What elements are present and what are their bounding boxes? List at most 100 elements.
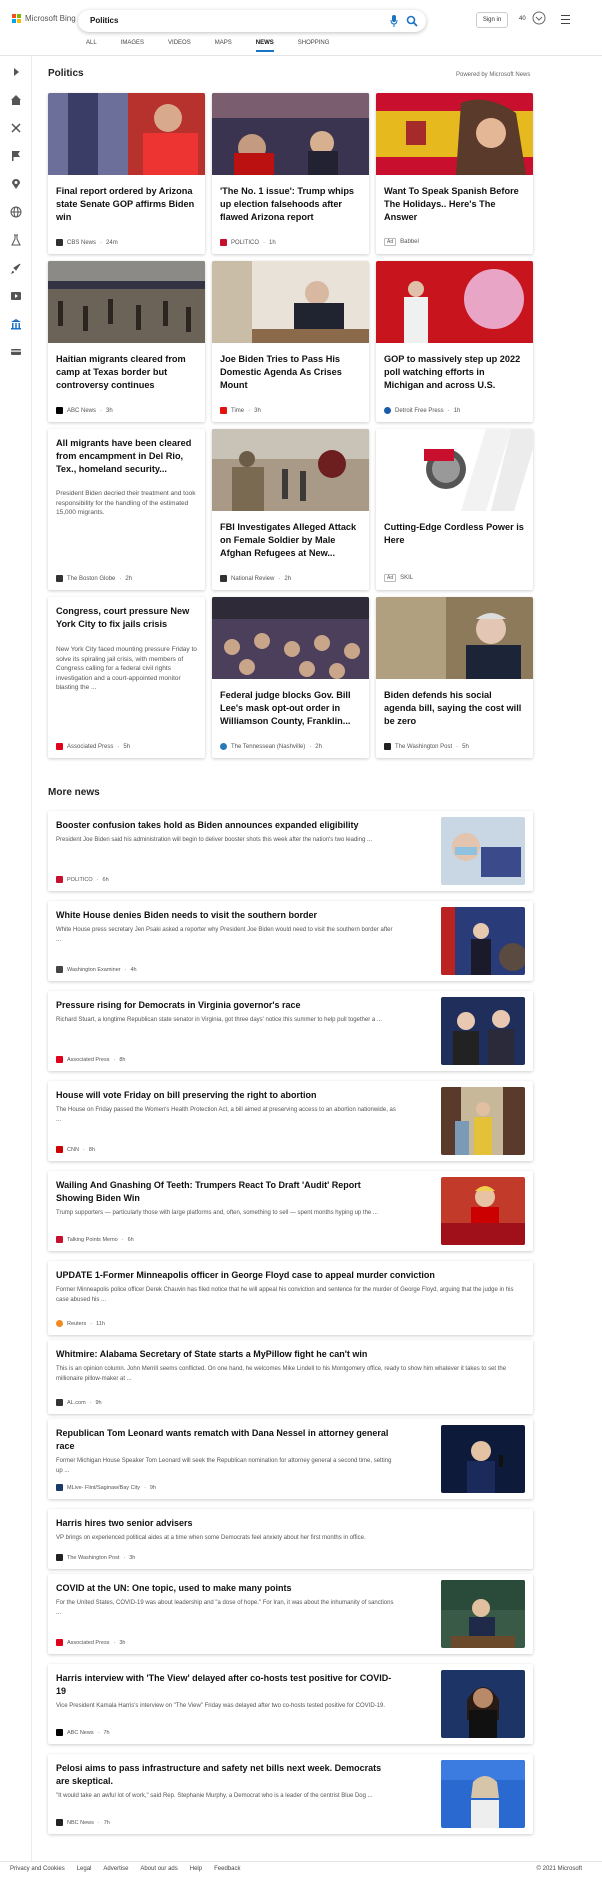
- card-title[interactable]: Federal judge blocks Gov. Bill Lee's mas…: [220, 689, 361, 728]
- news-card[interactable]: Federal judge blocks Gov. Bill Lee's mas…: [212, 597, 369, 758]
- sign-in-button[interactable]: Sign in: [476, 12, 508, 28]
- news-list-item[interactable]: Wailing And Gnashing Of Teeth: Trumpers …: [48, 1171, 533, 1251]
- globe-icon[interactable]: [10, 206, 22, 218]
- card-source: CBS News · 24m: [56, 239, 118, 246]
- news-list-item[interactable]: Whitmire: Alabama Secretary of State sta…: [48, 1340, 533, 1414]
- card-source: National Review · 2h: [220, 575, 291, 582]
- footer-link-privacy[interactable]: Privacy and Cookies: [10, 1866, 65, 1872]
- news-list-item[interactable]: Republican Tom Leonard wants rematch wit…: [48, 1419, 533, 1499]
- expand-chevron-icon[interactable]: [10, 66, 22, 78]
- news-list-item[interactable]: Harris interview with 'The View' delayed…: [48, 1664, 533, 1744]
- footer-link-legal[interactable]: Legal: [77, 1866, 92, 1872]
- news-card[interactable]: Congress, court pressure New York City t…: [48, 597, 205, 758]
- news-title[interactable]: Pelosi aims to pass infrastructure and s…: [56, 1762, 396, 1787]
- news-title[interactable]: Harris interview with 'The View' delayed…: [56, 1672, 396, 1697]
- card-source: The Tennessean (Nashville) · 2h: [220, 743, 322, 750]
- news-title[interactable]: UPDATE 1-Former Minneapolis officer in G…: [56, 1269, 521, 1282]
- card-title[interactable]: Haitian migrants cleared from camp at Te…: [56, 353, 197, 392]
- footer-link-feedback[interactable]: Feedback: [214, 1866, 240, 1872]
- footer-link-help[interactable]: Help: [190, 1866, 202, 1872]
- card-title[interactable]: Congress, court pressure New York City t…: [56, 605, 197, 631]
- search-input[interactable]: Politics: [90, 16, 118, 25]
- news-list-item[interactable]: COVID at the UN: One topic, used to make…: [48, 1574, 533, 1654]
- card-title[interactable]: GOP to massively step up 2022 poll watch…: [384, 353, 525, 392]
- ad-card[interactable]: Cutting-Edge Cordless Power is Here Ad SK…: [376, 429, 533, 590]
- news-title[interactable]: Republican Tom Leonard wants rematch wit…: [56, 1427, 396, 1452]
- search-box[interactable]: Politics: [78, 10, 426, 32]
- card-title[interactable]: FBI Investigates Alleged Attack on Femal…: [220, 521, 361, 560]
- news-title[interactable]: COVID at the UN: One topic, used to make…: [56, 1582, 396, 1595]
- news-title[interactable]: Whitmire: Alabama Secretary of State sta…: [56, 1348, 521, 1361]
- news-list-item[interactable]: UPDATE 1-Former Minneapolis officer in G…: [48, 1261, 533, 1335]
- news-title[interactable]: Wailing And Gnashing Of Teeth: Trumpers …: [56, 1179, 396, 1204]
- news-thumbnail[interactable]: [441, 907, 525, 975]
- news-card[interactable]: GOP to massively step up 2022 poll watch…: [376, 261, 533, 422]
- news-thumbnail[interactable]: [441, 1425, 525, 1493]
- news-thumbnail[interactable]: [441, 1670, 525, 1738]
- news-thumbnail[interactable]: [441, 1177, 525, 1245]
- news-card[interactable]: 'The No. 1 issue': Trump whips up electi…: [212, 93, 369, 254]
- news-card[interactable]: FBI Investigates Alleged Attack on Femal…: [212, 429, 369, 590]
- ad-card[interactable]: Want To Speak Spanish Before The Holiday…: [376, 93, 533, 254]
- news-list-item[interactable]: Booster confusion takes hold as Biden an…: [48, 811, 533, 891]
- flag-icon[interactable]: [10, 150, 22, 162]
- publisher-logo-icon: [56, 743, 63, 750]
- location-pin-icon[interactable]: [10, 178, 22, 190]
- footer-link-advertise[interactable]: Advertise: [103, 1866, 128, 1872]
- card-title[interactable]: 'The No. 1 issue': Trump whips up electi…: [220, 185, 361, 224]
- news-thumbnail[interactable]: [441, 997, 525, 1065]
- publisher-logo-icon: [56, 1056, 63, 1063]
- news-list-item[interactable]: Pressure rising for Democrats in Virgini…: [48, 991, 533, 1071]
- card-title[interactable]: Biden defends his social agenda bill, sa…: [384, 689, 525, 728]
- search-icon[interactable]: [406, 15, 418, 27]
- rewards-icon[interactable]: [532, 11, 546, 25]
- news-title[interactable]: House will vote Friday on bill preservin…: [56, 1089, 396, 1102]
- news-title[interactable]: Harris hires two senior advisers: [56, 1517, 521, 1530]
- news-title[interactable]: Booster confusion takes hold as Biden an…: [56, 819, 396, 832]
- news-list-item[interactable]: House will vote Friday on bill preservin…: [48, 1081, 533, 1161]
- separator: ·: [90, 1320, 93, 1327]
- bing-logo[interactable]: Microsoft Bing: [12, 14, 76, 23]
- card-title[interactable]: All migrants have been cleared from enca…: [56, 437, 197, 476]
- news-thumbnail[interactable]: [441, 1087, 525, 1155]
- card-title[interactable]: Final report ordered by Arizona state Se…: [56, 185, 197, 224]
- money-icon[interactable]: [10, 346, 22, 358]
- tab-shopping[interactable]: SHOPPING: [298, 40, 330, 46]
- tab-images[interactable]: IMAGES: [121, 40, 144, 46]
- tools-icon[interactable]: [10, 122, 22, 134]
- source-name: Associated Press: [67, 743, 114, 750]
- news-thumbnail[interactable]: [441, 817, 525, 885]
- news-list-item[interactable]: Harris hires two senior advisers VP brin…: [48, 1509, 533, 1569]
- news-list-item[interactable]: White House denies Biden needs to visit …: [48, 901, 533, 981]
- rewards-points[interactable]: 40: [519, 16, 526, 22]
- news-card[interactable]: All migrants have been cleared from enca…: [48, 429, 205, 590]
- footer-link-about-ads[interactable]: About our ads: [140, 1866, 177, 1872]
- tab-news[interactable]: NEWS: [255, 40, 274, 52]
- card-title[interactable]: Want To Speak Spanish Before The Holiday…: [384, 185, 525, 224]
- microphone-icon[interactable]: [390, 15, 398, 27]
- video-icon[interactable]: [10, 290, 22, 302]
- card-image: [212, 429, 369, 511]
- news-thumbnail[interactable]: [441, 1580, 525, 1648]
- news-description: Former Minneapolis police officer Derek …: [56, 1287, 514, 1303]
- news-title[interactable]: White House denies Biden needs to visit …: [56, 909, 396, 922]
- news-thumbnail[interactable]: [441, 1760, 525, 1828]
- rocket-icon[interactable]: [10, 262, 22, 274]
- home-icon[interactable]: [10, 94, 22, 106]
- card-title[interactable]: Cutting-Edge Cordless Power is Here: [384, 521, 525, 547]
- news-card[interactable]: Biden defends his social agenda bill, sa…: [376, 597, 533, 758]
- hamburger-menu-icon[interactable]: [561, 15, 570, 24]
- card-title[interactable]: Joe Biden Tries to Pass His Domestic Age…: [220, 353, 361, 392]
- tab-all[interactable]: ALL: [86, 40, 97, 46]
- tab-maps[interactable]: MAPS: [215, 40, 232, 46]
- science-icon[interactable]: [10, 234, 22, 246]
- tab-videos[interactable]: VIDEOS: [168, 40, 191, 46]
- news-card[interactable]: Final report ordered by Arizona state Se…: [48, 93, 205, 254]
- news-list-item[interactable]: Pelosi aims to pass infrastructure and s…: [48, 1754, 533, 1834]
- news-card[interactable]: Joe Biden Tries to Pass His Domestic Age…: [212, 261, 369, 422]
- politics-capitol-icon[interactable]: [10, 318, 22, 330]
- time-ago: 7h: [103, 1729, 110, 1736]
- news-card[interactable]: Haitian migrants cleared from camp at Te…: [48, 261, 205, 422]
- news-title[interactable]: Pressure rising for Democrats in Virgini…: [56, 999, 396, 1012]
- powered-by-label[interactable]: Powered by Microsoft News: [456, 72, 530, 78]
